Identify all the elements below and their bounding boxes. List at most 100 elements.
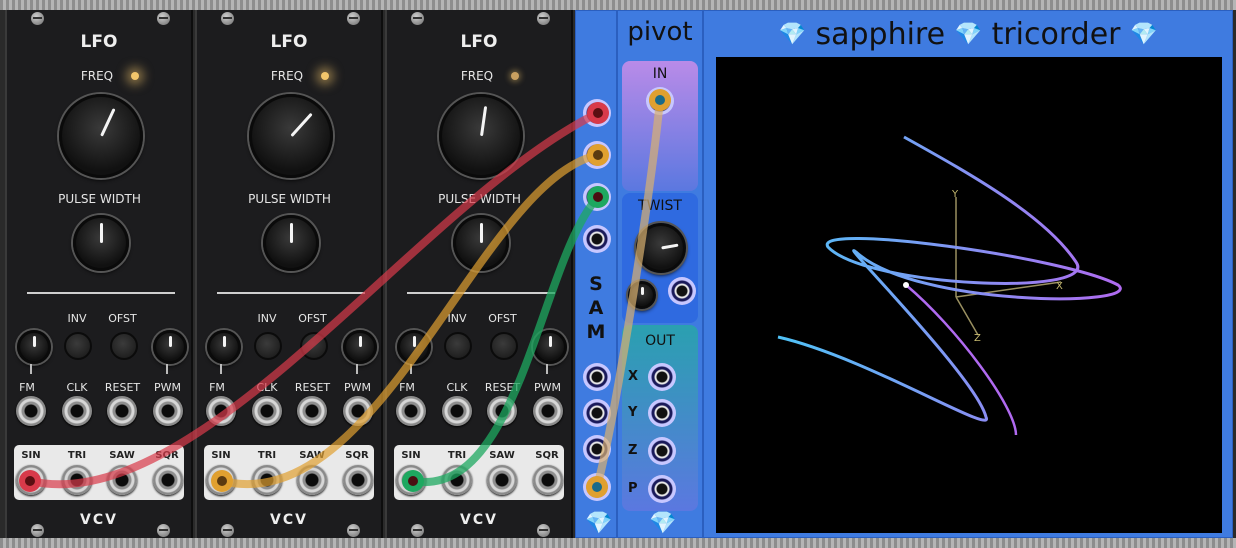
sin-output-jack[interactable] [206, 465, 236, 495]
p-label: P [628, 481, 638, 496]
tick [410, 364, 412, 374]
fm-input-jack[interactable] [16, 396, 46, 426]
pwm-input-jack[interactable] [343, 396, 373, 426]
screw-icon [411, 12, 424, 25]
tick [356, 364, 358, 374]
tri-output-jack[interactable] [442, 465, 472, 495]
divider [27, 292, 175, 294]
divider [407, 292, 555, 294]
reset-input-jack[interactable] [297, 396, 327, 426]
p-output-jack[interactable] [648, 475, 676, 503]
z-label: Z [628, 443, 638, 458]
sqr-output-jack[interactable] [343, 465, 373, 495]
clk-input-jack[interactable] [442, 396, 472, 426]
fm-attenuverter-knob[interactable] [207, 330, 241, 364]
x-output-jack[interactable] [648, 363, 676, 391]
tricorder-display: Y X Z [716, 57, 1222, 533]
title-right: tricorder [991, 17, 1121, 52]
twist-cv-jack[interactable] [668, 277, 696, 305]
sqr-output-jack[interactable] [153, 465, 183, 495]
sam-output-jack-3[interactable] [583, 435, 611, 463]
saw-label: SAW [299, 450, 325, 461]
sin-label: SIN [21, 450, 41, 461]
sqr-label: SQR [535, 450, 559, 461]
pivot-in-jack[interactable] [646, 87, 674, 115]
pwm-attenuverter-knob[interactable] [153, 330, 187, 364]
module-title: LFO [80, 32, 118, 52]
sqr-label: SQR [155, 450, 179, 461]
pwm-attenuverter-knob[interactable] [343, 330, 377, 364]
reset-label: RESET [104, 381, 141, 394]
saw-label: SAW [489, 450, 515, 461]
tick [30, 364, 32, 374]
x-axis-label: X [1056, 281, 1063, 292]
bottom-rack-rail [0, 538, 1236, 548]
tricorder-module: 💎 sapphire 💎 tricorder 💎 Y X Z [703, 10, 1233, 538]
sin-label: SIN [401, 450, 421, 461]
twist-knob[interactable] [636, 223, 686, 273]
screw-icon [347, 12, 360, 25]
pwm-input-jack[interactable] [533, 396, 563, 426]
pivot-in-section: IN [622, 61, 698, 191]
inv-button[interactable] [64, 332, 92, 360]
pwm-attenuverter-knob[interactable] [533, 330, 567, 364]
ofst-button[interactable] [490, 332, 518, 360]
pwm-label: PWM [343, 381, 371, 394]
tick [166, 364, 168, 374]
sam-input-jack-4[interactable] [583, 225, 611, 253]
twist-attenuverter-knob[interactable] [628, 281, 656, 309]
sam-input-jack-1[interactable] [583, 99, 611, 127]
freq-knob[interactable] [439, 94, 523, 178]
clk-input-jack[interactable] [62, 396, 92, 426]
sapphire-gem-icon: 💎 [954, 22, 983, 47]
inv-label: INV [67, 312, 87, 325]
freq-led [321, 72, 329, 80]
sin-output-jack[interactable] [396, 465, 426, 495]
saw-output-jack[interactable] [107, 465, 137, 495]
fm-input-jack[interactable] [396, 396, 426, 426]
sam-input-jack-2[interactable] [583, 141, 611, 169]
pulse-width-knob[interactable] [73, 215, 129, 271]
clk-input-jack[interactable] [252, 396, 282, 426]
screw-icon [537, 12, 550, 25]
reset-input-jack[interactable] [487, 396, 517, 426]
fm-attenuverter-knob[interactable] [17, 330, 51, 364]
saw-output-jack[interactable] [487, 465, 517, 495]
sam-letter-a: A [588, 297, 604, 319]
reset-input-jack[interactable] [107, 396, 137, 426]
ofst-button[interactable] [300, 332, 328, 360]
top-rack-rail [0, 0, 1236, 10]
screw-icon [221, 12, 234, 25]
sam-output-jack-2[interactable] [583, 399, 611, 427]
sam-output-jack-4[interactable] [583, 473, 611, 501]
fm-input-jack[interactable] [206, 396, 236, 426]
ofst-label: OFST [298, 312, 327, 325]
y-output-jack[interactable] [648, 399, 676, 427]
sin-output-jack[interactable] [16, 465, 46, 495]
z-output-jack[interactable] [648, 437, 676, 465]
saw-output-jack[interactable] [297, 465, 327, 495]
pulse-width-knob[interactable] [453, 215, 509, 271]
pwm-input-jack[interactable] [153, 396, 183, 426]
vcv-logo: VCV [270, 512, 308, 528]
fm-label: FM [209, 381, 225, 394]
inv-button[interactable] [254, 332, 282, 360]
trajectory-curve [777, 135, 1122, 422]
freq-label: FREQ [80, 69, 114, 83]
sam-output-jack-1[interactable] [583, 363, 611, 391]
vcv-logo: VCV [80, 512, 118, 528]
ofst-button[interactable] [110, 332, 138, 360]
clk-label: CLK [256, 381, 278, 394]
fm-attenuverter-knob[interactable] [397, 330, 431, 364]
sam-module: S A M 💎 [575, 10, 617, 538]
sqr-output-jack[interactable] [533, 465, 563, 495]
pwm-label: PWM [153, 381, 181, 394]
tri-output-jack[interactable] [62, 465, 92, 495]
pulse-width-knob[interactable] [263, 215, 319, 271]
inv-button[interactable] [444, 332, 472, 360]
module-title: LFO [270, 32, 308, 52]
tri-output-jack[interactable] [252, 465, 282, 495]
freq-knob[interactable] [59, 94, 143, 178]
freq-knob[interactable] [249, 94, 333, 178]
sam-input-jack-3[interactable] [583, 183, 611, 211]
